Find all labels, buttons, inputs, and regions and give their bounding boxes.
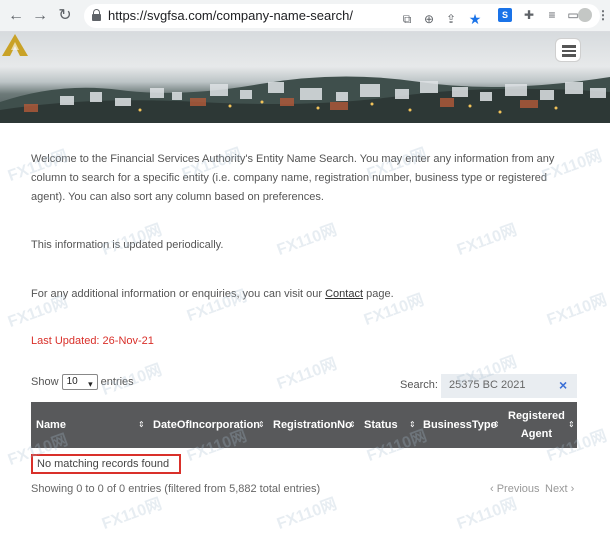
back-arrow-icon[interactable]: ← [6, 6, 26, 26]
intro-line: agent). You can also sort any column bas… [31, 191, 324, 203]
city-skyline-image [0, 76, 610, 123]
column-header-registration-no[interactable]: RegistrationNo [273, 402, 352, 448]
previous-page-button[interactable]: ‹ Previous [490, 483, 540, 495]
sort-icon[interactable]: ⇕ [349, 419, 356, 431]
sort-icon[interactable]: ⇕ [258, 419, 265, 431]
reading-list-icon[interactable]: ≡ [545, 8, 559, 22]
sort-icon[interactable]: ⇕ [138, 419, 145, 431]
contact-prefix: For any additional information or enquir… [31, 288, 323, 300]
intro-line: column to search for a specific entity (… [31, 172, 548, 184]
extensions-puzzle-icon[interactable]: ✚ [522, 8, 536, 22]
table-info: Showing 0 to 0 of 0 entries (filtered fr… [31, 483, 321, 495]
extension-s-icon[interactable]: S [498, 8, 512, 22]
search-input[interactable]: 25375 BC 2021 × [441, 374, 577, 398]
bookmark-star-icon[interactable]: ★ [468, 12, 482, 26]
sort-icon[interactable]: ⇕ [568, 419, 575, 431]
hamburger-menu-icon[interactable] [555, 38, 581, 62]
url-text[interactable]: https://svgfsa.com/company-name-search/ [108, 8, 353, 23]
clear-search-icon[interactable]: × [559, 377, 567, 393]
search-label: Search: [400, 379, 438, 391]
column-header-business-type[interactable]: BusinessType [423, 402, 497, 448]
watermark: FX110网 [274, 495, 340, 533]
watermark: FX110网 [544, 291, 610, 329]
column-header-name[interactable]: Name [36, 402, 66, 448]
header-banner [0, 32, 610, 123]
show-label: Show [31, 375, 59, 388]
entries-value: 10 [66, 376, 78, 387]
column-header-line: Agent [520, 428, 553, 440]
update-note: This information is updated periodically… [31, 239, 224, 251]
sort-icon[interactable]: ⇕ [493, 419, 500, 431]
contact-link[interactable]: Contact [325, 288, 363, 300]
watermark: FX110网 [99, 495, 165, 533]
browser-menu-icon[interactable]: ⋮ [596, 8, 610, 22]
page-length-control: Show 10 ▾ entries [31, 374, 134, 390]
next-page-button[interactable]: Next › [545, 483, 574, 495]
column-header-line: Registered [508, 410, 565, 422]
reload-icon[interactable]: ↻ [55, 6, 75, 26]
share-icon[interactable]: ⇪ [444, 12, 458, 26]
fsa-logo-icon[interactable] [0, 32, 30, 58]
lock-icon [92, 9, 101, 21]
column-header-date-of-incorporation[interactable]: DateOfIncorporation [153, 402, 260, 448]
profile-avatar-icon[interactable] [578, 8, 592, 22]
entries-select[interactable]: 10 ▾ [61, 374, 98, 390]
watermark: FX110网 [274, 355, 340, 393]
empty-table-message: No matching records found [31, 454, 181, 474]
last-updated-label: Last Updated: 26-Nov-21 [31, 335, 154, 347]
zoom-icon[interactable]: ⊕ [422, 12, 436, 26]
sort-icon[interactable]: ⇕ [409, 419, 416, 431]
intro-line: Welcome to the Financial Services Author… [31, 153, 555, 165]
watermark: FX110网 [274, 221, 340, 259]
watermark: FX110网 [454, 221, 520, 259]
contact-paragraph: For any additional information or enquir… [31, 285, 394, 304]
intro-paragraph: Welcome to the Financial Services Author… [31, 150, 554, 207]
translate-icon[interactable]: ⧉ [400, 12, 414, 26]
table-header: Name ⇕ DateOfIncorporation ⇕ Registratio… [31, 402, 577, 448]
column-header-registered-agent[interactable]: Registered Agent [508, 402, 565, 448]
contact-suffix: page. [366, 288, 394, 300]
watermark: FX110网 [454, 495, 520, 533]
browser-toolbar: ← → ↻ https://svgfsa.com/company-name-se… [0, 0, 610, 32]
column-header-status[interactable]: Status [364, 402, 398, 448]
forward-arrow-icon[interactable]: → [30, 6, 50, 26]
search-input-value[interactable]: 25375 BC 2021 [449, 379, 525, 391]
chevron-down-icon: ▾ [88, 379, 93, 389]
entries-label: entries [100, 375, 134, 388]
